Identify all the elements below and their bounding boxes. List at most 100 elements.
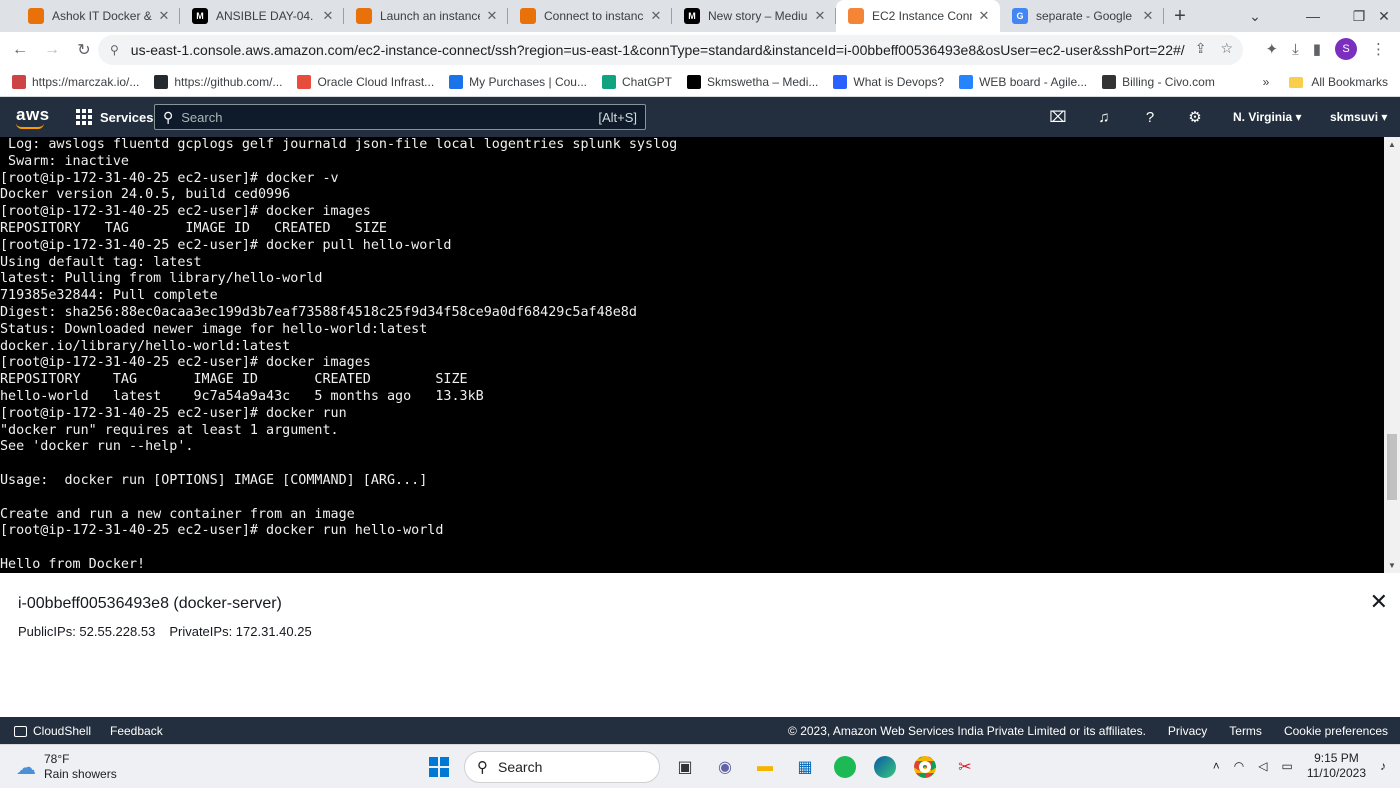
feedback-link[interactable]: Feedback — [110, 724, 163, 738]
bookmark-item[interactable]: What is Devops? — [833, 75, 944, 89]
bookmarks-overflow-icon[interactable]: » — [1263, 75, 1270, 89]
back-icon[interactable]: ← — [4, 34, 36, 66]
bookmark-item[interactable]: Billing - Civo.com — [1102, 75, 1215, 89]
bookmark-item[interactable]: ChatGPT — [601, 75, 672, 89]
services-label: Services — [100, 109, 154, 125]
cookie-preferences-link[interactable]: Cookie preferences — [1284, 724, 1388, 738]
tab-favicon-icon — [848, 8, 864, 24]
share-icon[interactable]: ⇪ — [1195, 40, 1207, 57]
bookmark-item[interactable]: https://github.com/... — [154, 75, 282, 89]
account-menu[interactable]: skmsuvi ▾ — [1330, 110, 1387, 124]
chevron-down-icon: ▾ — [1381, 110, 1388, 124]
reload-icon[interactable]: ↻ — [68, 34, 100, 66]
close-icon[interactable]: ✕ — [1370, 589, 1388, 615]
cloudshell-link[interactable]: CloudShell — [14, 724, 91, 738]
browser-tab[interactable]: M ANSIBLE DAY-04. ✕ — [180, 0, 344, 32]
tab-close-icon[interactable]: ✕ — [156, 8, 172, 24]
address-bar[interactable]: ⚲ us-east-1.console.aws.amazon.com/ec2-i… — [98, 35, 1243, 65]
browser-tab[interactable]: Gseparate - Google Se ✕ — [1000, 0, 1164, 32]
terminal-line: Status: Downloaded newer image for hello… — [0, 321, 428, 337]
bookmark-item[interactable]: https://marczak.io/... — [12, 75, 139, 89]
taskbar-search[interactable]: ⚲ Search — [464, 751, 660, 783]
tab-close-icon[interactable]: ✕ — [484, 8, 500, 24]
terminal-output[interactable]: Log: awslogs fluentd gcplogs gelf journa… — [0, 137, 1384, 573]
menu-icon[interactable]: ⋮ — [1371, 40, 1386, 58]
windows-taskbar: ☁ 78°F Rain showers ⚲ Search ▣ ◉ ▬ ▦ ✂ ˄… — [0, 744, 1400, 788]
settings-gear-icon[interactable]: ⚙ — [1185, 107, 1205, 127]
file-explorer-icon[interactable]: ▬ — [750, 752, 780, 782]
browser-tab[interactable]: Ashok IT Docker & K ✕ — [16, 0, 180, 32]
tray-overflow-icon[interactable]: ˄ — [1213, 759, 1220, 773]
cloudshell-icon[interactable]: ⌧ — [1048, 107, 1068, 127]
services-menu[interactable]: Services — [76, 109, 154, 125]
notifications-bell-icon[interactable]: ♫ — [1094, 107, 1114, 127]
tab-separator — [1163, 8, 1164, 24]
tab-close-icon[interactable]: ✕ — [976, 8, 992, 24]
bookmark-item[interactable]: Oracle Cloud Infrast... — [297, 75, 434, 89]
new-tab-button[interactable]: + — [1164, 0, 1196, 32]
forward-icon[interactable]: → — [36, 34, 68, 66]
scroll-down-icon[interactable]: ▼ — [1388, 561, 1396, 570]
browser-tab-strip: Ashok IT Docker & K✕MANSIBLE DAY-04.✕Lau… — [0, 0, 1400, 32]
chrome-icon[interactable] — [910, 752, 940, 782]
terminal-line: [root@ip-172-31-40-25 ec2-user]# docker … — [0, 355, 371, 371]
snipping-tool-icon[interactable]: ✂ — [950, 752, 980, 782]
tab-close-icon[interactable]: ✕ — [320, 8, 336, 24]
extensions-icon[interactable]: ✦ — [1266, 40, 1279, 58]
download-icon[interactable]: ⤓ — [1292, 41, 1299, 58]
tab-list: Ashok IT Docker & K✕MANSIBLE DAY-04.✕Lau… — [16, 0, 1164, 32]
windows-start-icon[interactable] — [424, 752, 454, 782]
terminal-line: [root@ip-172-31-40-25 ec2-user]# docker … — [0, 204, 371, 220]
tab-close-icon[interactable]: ✕ — [648, 8, 664, 24]
terminal-line: Log: awslogs fluentd gcplogs gelf journa… — [0, 137, 678, 152]
bookmark-star-icon[interactable]: ☆ — [1220, 40, 1233, 57]
help-icon[interactable]: ? — [1140, 107, 1160, 127]
chat-icon[interactable]: ◉ — [710, 752, 740, 782]
notification-bell-icon[interactable]: ♪ — [1380, 759, 1386, 773]
tab-close-icon[interactable]: ✕ — [812, 8, 828, 24]
clock-time: 9:15 PM — [1314, 751, 1359, 765]
wifi-icon[interactable]: ◠ — [1234, 759, 1244, 773]
aws-logo-text: aws — [16, 105, 50, 124]
aws-search-input[interactable]: ⚲ Search [Alt+S] — [154, 104, 646, 130]
bookmark-item[interactable]: My Purchases | Cou... — [449, 75, 587, 89]
aws-logo[interactable]: aws — [16, 105, 50, 129]
terminal-scrollbar[interactable]: ▲ ▼ — [1384, 137, 1400, 573]
instance-info-panel: i-00bbeff00536493e8 (docker-server) Publ… — [0, 573, 1400, 717]
search-icon: ⚲ — [477, 759, 488, 776]
bookmark-item[interactable]: Skmswetha – Medi... — [687, 75, 818, 89]
weather-widget[interactable]: ☁ 78°F Rain showers — [16, 752, 117, 782]
browser-tab[interactable]: Launch an instance | ✕ — [344, 0, 508, 32]
profile-avatar[interactable]: S — [1335, 38, 1357, 60]
browser-tab[interactable]: M New story – Medium ✕ — [672, 0, 836, 32]
privacy-link[interactable]: Privacy — [1168, 724, 1207, 738]
bookmark-favicon-icon — [154, 75, 169, 89]
volume-icon[interactable]: ◁ — [1258, 759, 1267, 773]
minimize-button[interactable]: — — [1290, 0, 1336, 32]
tab-close-icon[interactable]: ✕ — [1140, 8, 1156, 24]
side-panel-icon[interactable]: ▮ — [1313, 40, 1321, 58]
tab-search-icon[interactable]: ⌄ — [1232, 0, 1278, 32]
scrollbar-thumb[interactable] — [1387, 434, 1397, 500]
scroll-up-icon[interactable]: ▲ — [1388, 140, 1396, 149]
site-info-icon[interactable]: ⚲ — [110, 43, 119, 57]
region-selector[interactable]: N. Virginia ▾ — [1233, 110, 1302, 124]
edge-icon[interactable] — [870, 752, 900, 782]
spotify-icon[interactable] — [830, 752, 860, 782]
all-bookmarks-label: All Bookmarks — [1311, 75, 1388, 89]
browser-tab[interactable]: EC2 Instance Connec ✕ — [836, 0, 1000, 32]
window-close-button[interactable]: ✕ — [1368, 0, 1400, 32]
browser-tab[interactable]: Connect to instance | ✕ — [508, 0, 672, 32]
tab-favicon-icon: G — [1012, 8, 1028, 24]
terms-link[interactable]: Terms — [1229, 724, 1262, 738]
url-text[interactable]: us-east-1.console.aws.amazon.com/ec2-ins… — [131, 42, 1185, 58]
battery-icon[interactable]: ▭ — [1281, 759, 1292, 773]
all-bookmarks-folder[interactable]: All Bookmarks — [1289, 75, 1388, 89]
private-ips: PrivateIPs: 172.31.40.25 — [169, 624, 312, 639]
bookmark-item[interactable]: WEB board - Agile... — [959, 75, 1087, 89]
store-icon[interactable]: ▦ — [790, 752, 820, 782]
task-view-icon[interactable]: ▣ — [670, 752, 700, 782]
clock[interactable]: 9:15 PM 11/10/2023 — [1307, 751, 1366, 781]
